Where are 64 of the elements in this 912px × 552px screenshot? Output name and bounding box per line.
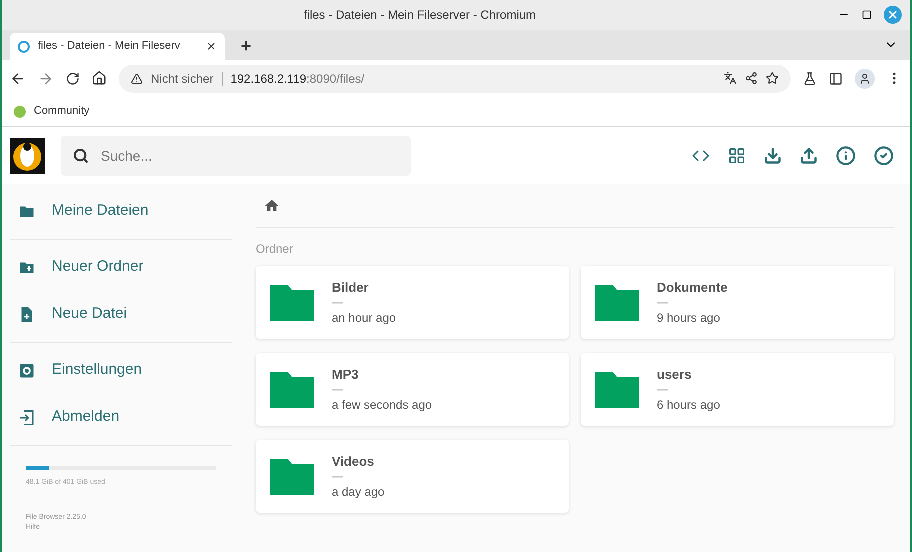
url-text: 192.168.2.119:8090/files/: [230, 70, 365, 88]
folder-card[interactable]: users — 6 hours ago: [581, 353, 894, 426]
folder-icon: [593, 370, 641, 410]
sidebar-item[interactable]: Einstellungen: [10, 347, 232, 394]
folder-modified: an hour ago: [332, 310, 396, 328]
translate-icon[interactable]: [724, 72, 737, 85]
warning-icon: [131, 72, 143, 84]
logout-icon: [18, 408, 36, 426]
reload-icon[interactable]: [66, 72, 80, 86]
folder-icon: [593, 282, 641, 322]
search-icon: [73, 148, 89, 164]
folder-modified: 6 hours ago: [657, 397, 720, 414]
folder-card[interactable]: Bilder — an hour ago: [256, 266, 569, 339]
folder-icon: [268, 370, 316, 410]
folder-modified: a day ago: [332, 484, 385, 502]
grid-icon[interactable]: [728, 146, 746, 164]
bookmark-link[interactable]: Community: [14, 103, 90, 120]
sidebar-item[interactable]: Neue Datei: [10, 291, 232, 338]
new-tab-button[interactable]: +: [233, 33, 260, 60]
sidebar-item[interactable]: Abmelden: [10, 394, 232, 441]
close-button[interactable]: [884, 6, 902, 24]
folder-name: MP3: [332, 366, 360, 384]
address-field[interactable]: Nicht sicher 192.168.2.119:8090/files/: [119, 64, 791, 92]
folder-size: —: [657, 384, 669, 396]
upload-icon[interactable]: [800, 146, 818, 164]
sidebar-item[interactable]: Meine Dateien: [10, 188, 232, 235]
folder-card[interactable]: MP3 — a few seconds ago: [256, 353, 569, 426]
search-field[interactable]: Suche...: [61, 136, 411, 176]
folder-size: —: [332, 384, 344, 396]
folder-icon: [268, 282, 316, 322]
section-title: Ordner: [256, 241, 294, 258]
folder-size: —: [332, 471, 344, 484]
info-icon[interactable]: [836, 146, 856, 166]
tab-title: files - Dateien - Mein Fileserv: [38, 39, 182, 54]
folder-size: —: [657, 297, 669, 310]
share-icon[interactable]: [745, 72, 758, 85]
folder-name: Videos: [332, 452, 376, 471]
folder-card[interactable]: Dokumente — 9 hours ago: [581, 266, 894, 339]
back-icon[interactable]: [10, 70, 26, 86]
browser-tab[interactable]: files - Dateien - Mein Fileserv: [10, 33, 225, 60]
folder-size: —: [332, 297, 344, 310]
close-icon[interactable]: [206, 41, 217, 52]
folder-name: Bilder: [332, 278, 370, 297]
home-icon[interactable]: [92, 71, 107, 86]
folder-icon: [268, 456, 316, 496]
panel-icon[interactable]: [829, 72, 843, 86]
forward-icon[interactable]: [38, 70, 54, 86]
folder-card[interactable]: Videos — a day ago: [256, 440, 569, 513]
sidebar-item[interactable]: Neuer Ordner: [10, 244, 232, 291]
check-circle-icon[interactable]: [874, 146, 894, 166]
flask-icon[interactable]: [803, 72, 817, 86]
security-label: Nicht sicher: [151, 70, 214, 88]
folder-modified: 9 hours ago: [657, 310, 722, 328]
maximize-icon[interactable]: [862, 10, 872, 20]
close-icon: [887, 9, 899, 21]
settings-icon: [18, 362, 36, 380]
window-title: files - Dateien - Mein Fileserver - Chromium: [302, 7, 538, 24]
star-icon[interactable]: [766, 72, 779, 85]
folder-modified: a few seconds ago: [332, 397, 432, 414]
folder-name: users: [657, 366, 693, 384]
profile-icon[interactable]: [855, 68, 875, 88]
download-icon[interactable]: [764, 146, 782, 164]
folder-name: Dokumente: [657, 278, 728, 297]
home-icon[interactable]: [264, 198, 280, 214]
